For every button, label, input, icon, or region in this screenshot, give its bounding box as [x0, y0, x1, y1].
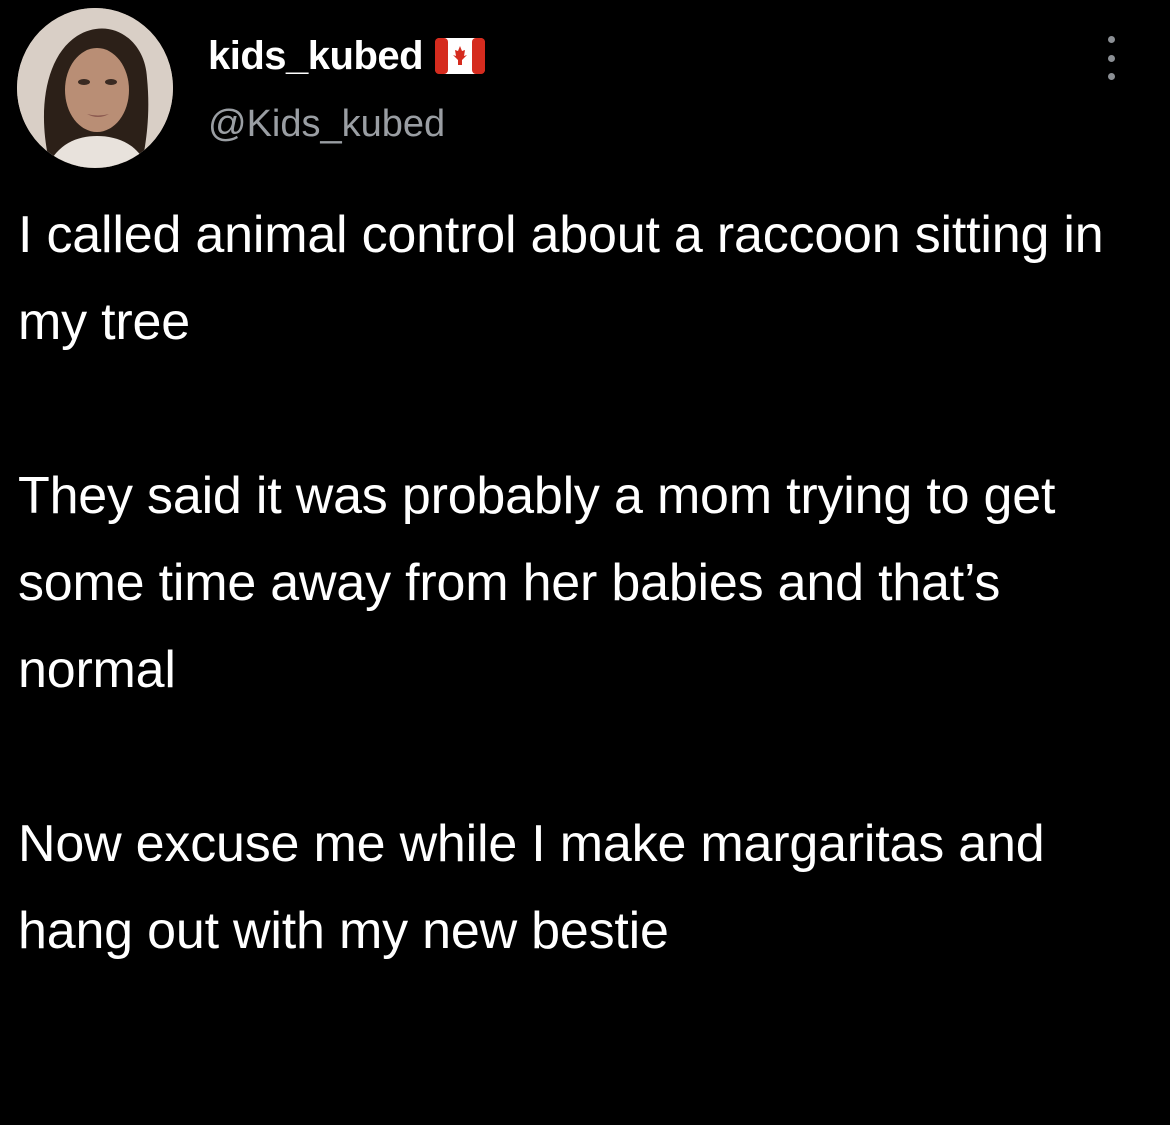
more-vertical-icon — [1107, 36, 1115, 43]
tweet-paragraph: Now excuse me while I make margaritas an… — [18, 815, 1045, 960]
tweet-paragraph: They said it was probably a mom trying t… — [18, 467, 1056, 699]
more-vertical-icon-dot — [1107, 54, 1115, 62]
author-display-name[interactable]: kids_kubed — [208, 30, 424, 82]
more-options-button[interactable] — [1096, 36, 1126, 80]
author-name-row: kids_kubed — [208, 30, 486, 82]
tweet-text: I called animal control about a raccoon … — [18, 192, 1158, 975]
tweet-card: kids_kubed @Kids_kubed I called animal c… — [0, 0, 1170, 1125]
canada-flag-icon — [435, 38, 486, 74]
tweet-paragraph: I called animal control about a raccoon … — [18, 206, 1104, 351]
more-vertical-icon-dot — [1107, 73, 1115, 80]
author-handle[interactable]: @Kids_kubed — [208, 98, 445, 150]
avatar-photo-icon — [17, 8, 173, 168]
avatar[interactable] — [17, 8, 173, 168]
